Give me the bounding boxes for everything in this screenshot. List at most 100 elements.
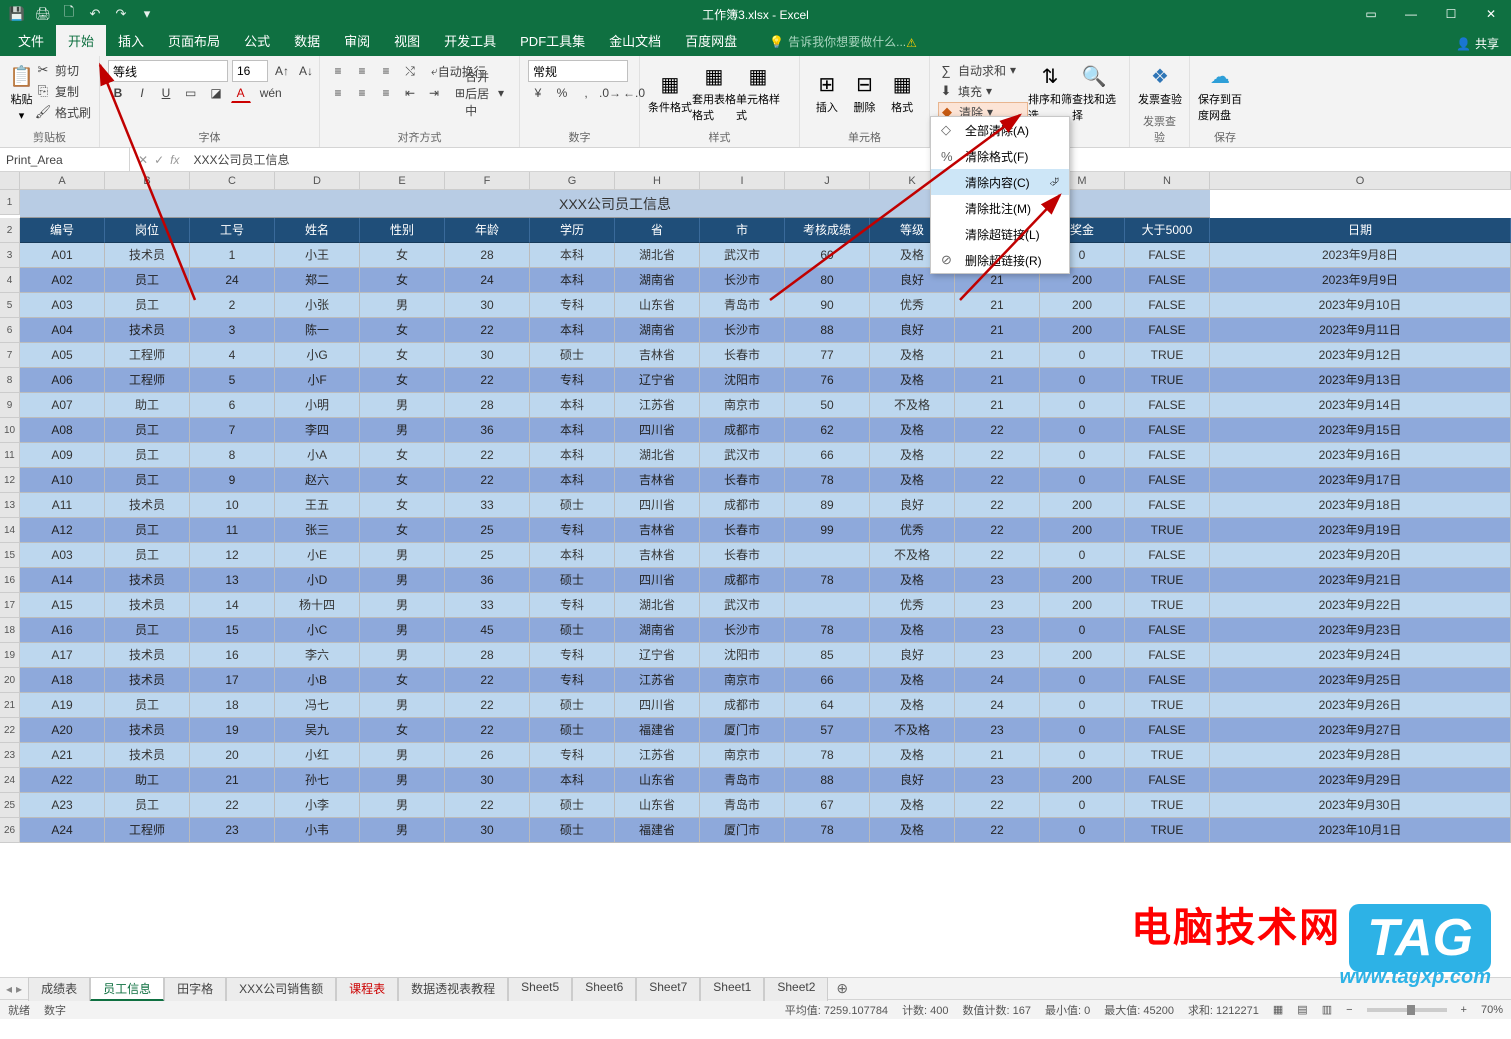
table-cell[interactable]: 本科 <box>530 768 615 793</box>
sheet-tab[interactable]: 田字格 <box>164 977 226 1001</box>
table-cell[interactable]: 24 <box>955 693 1040 718</box>
table-cell[interactable]: A11 <box>20 493 105 518</box>
delete-cells-button[interactable]: ⊟删除 <box>846 60 884 126</box>
table-cell[interactable]: FALSE <box>1125 243 1210 268</box>
table-cell[interactable]: 沈阳市 <box>700 643 785 668</box>
table-cell[interactable]: TRUE <box>1125 743 1210 768</box>
table-cell[interactable]: 23 <box>955 768 1040 793</box>
table-cell[interactable]: 专科 <box>530 518 615 543</box>
align-mid-icon[interactable]: ≡ <box>352 61 372 81</box>
indent-inc-icon[interactable]: ⇥ <box>424 83 444 103</box>
table-cell[interactable]: 员工 <box>105 443 190 468</box>
table-cell[interactable]: 湖南省 <box>615 618 700 643</box>
table-cell[interactable]: FALSE <box>1125 543 1210 568</box>
table-cell[interactable]: 本科 <box>530 268 615 293</box>
conditional-format-button[interactable]: ▦条件格式 <box>648 60 692 126</box>
table-cell[interactable]: 21 <box>955 743 1040 768</box>
cut-button[interactable]: ✂剪切 <box>35 60 91 80</box>
table-cell[interactable]: 2023年9月21日 <box>1210 568 1511 593</box>
table-cell[interactable]: 优秀 <box>870 293 955 318</box>
select-all-corner[interactable] <box>0 172 20 190</box>
table-cell[interactable]: 0 <box>1040 343 1125 368</box>
col-header[interactable]: F <box>445 172 530 190</box>
table-cell[interactable]: A15 <box>20 593 105 618</box>
bold-button[interactable]: B <box>108 83 128 103</box>
table-cell[interactable]: 技术员 <box>105 568 190 593</box>
sheet-tab[interactable]: XXX公司销售额 <box>226 977 336 1001</box>
table-cell[interactable]: FALSE <box>1125 318 1210 343</box>
table-cell[interactable]: 成都市 <box>700 493 785 518</box>
table-cell[interactable]: 孙七 <box>275 768 360 793</box>
table-cell[interactable]: 22 <box>445 693 530 718</box>
table-cell[interactable]: 22 <box>955 468 1040 493</box>
table-cell[interactable]: 武汉市 <box>700 593 785 618</box>
table-cell[interactable]: 78 <box>785 468 870 493</box>
table-cell[interactable]: 23 <box>955 643 1040 668</box>
table-cell[interactable]: 男 <box>360 693 445 718</box>
table-cell[interactable]: 17 <box>190 668 275 693</box>
table-cell[interactable]: 福建省 <box>615 818 700 843</box>
table-cell[interactable]: TRUE <box>1125 343 1210 368</box>
table-cell[interactable]: 5 <box>190 368 275 393</box>
remove-hyperlinks-item[interactable]: ⊘删除超链接(R) <box>931 247 1069 273</box>
table-cell[interactable]: 14 <box>190 593 275 618</box>
table-cell[interactable]: 85 <box>785 643 870 668</box>
orientation-icon[interactable]: ⤭ <box>400 61 420 81</box>
table-cell[interactable]: 技术员 <box>105 743 190 768</box>
col-header[interactable]: N <box>1125 172 1210 190</box>
table-cell[interactable]: 小F <box>275 368 360 393</box>
table-cell[interactable]: 青岛市 <box>700 793 785 818</box>
warning-icon[interactable]: ⚠ <box>906 36 917 56</box>
table-cell[interactable]: 专科 <box>530 668 615 693</box>
table-cell[interactable]: 2023年9月29日 <box>1210 768 1511 793</box>
table-cell[interactable]: FALSE <box>1125 443 1210 468</box>
table-cell[interactable]: 78 <box>785 568 870 593</box>
row-header[interactable]: 8 <box>0 368 20 393</box>
table-cell[interactable]: A23 <box>20 793 105 818</box>
table-cell[interactable]: 长沙市 <box>700 318 785 343</box>
zoom-in-icon[interactable]: + <box>1461 1004 1467 1016</box>
table-cell[interactable]: 技术员 <box>105 243 190 268</box>
table-cell[interactable]: 23 <box>955 618 1040 643</box>
table-cell[interactable]: 员工 <box>105 293 190 318</box>
table-cell[interactable]: 本科 <box>530 393 615 418</box>
share-button[interactable]: 👤共享 <box>1444 31 1511 56</box>
table-cell[interactable]: 99 <box>785 518 870 543</box>
table-cell[interactable]: TRUE <box>1125 593 1210 618</box>
table-cell[interactable]: 员工 <box>105 268 190 293</box>
table-cell[interactable]: 本科 <box>530 468 615 493</box>
table-cell[interactable]: 李六 <box>275 643 360 668</box>
table-cell[interactable]: A22 <box>20 768 105 793</box>
row-header[interactable]: 10 <box>0 418 20 443</box>
table-cell[interactable]: 50 <box>785 393 870 418</box>
table-cell[interactable]: 45 <box>445 618 530 643</box>
table-cell[interactable]: 青岛市 <box>700 768 785 793</box>
table-cell[interactable]: 员工 <box>105 543 190 568</box>
table-cell[interactable]: 0 <box>1040 543 1125 568</box>
table-cell[interactable]: 长春市 <box>700 343 785 368</box>
table-cell[interactable]: 福建省 <box>615 718 700 743</box>
table-cell[interactable]: 女 <box>360 493 445 518</box>
tab-page-layout[interactable]: 页面布局 <box>156 25 232 56</box>
table-cell[interactable]: 26 <box>445 743 530 768</box>
table-cell[interactable]: 2023年9月17日 <box>1210 468 1511 493</box>
table-cell[interactable]: 厦门市 <box>700 718 785 743</box>
table-cell[interactable]: 湖南省 <box>615 318 700 343</box>
table-cell[interactable]: 江苏省 <box>615 668 700 693</box>
table-cell[interactable]: 18 <box>190 693 275 718</box>
table-cell[interactable]: A17 <box>20 643 105 668</box>
table-cell[interactable]: 28 <box>445 393 530 418</box>
table-cell[interactable]: 4 <box>190 343 275 368</box>
table-cell[interactable]: 及格 <box>870 693 955 718</box>
copy-button[interactable]: ⎘复制 <box>35 81 91 101</box>
table-cell[interactable]: 硕士 <box>530 568 615 593</box>
table-cell[interactable]: 2023年9月8日 <box>1210 243 1511 268</box>
table-cell[interactable]: 22 <box>190 793 275 818</box>
table-cell[interactable]: A09 <box>20 443 105 468</box>
invoice-check-button[interactable]: ❖发票查验 <box>1138 60 1182 111</box>
table-cell[interactable]: 小G <box>275 343 360 368</box>
table-cell[interactable]: 南京市 <box>700 743 785 768</box>
row-header[interactable]: 5 <box>0 293 20 318</box>
row-header[interactable]: 14 <box>0 518 20 543</box>
table-cell[interactable]: 16 <box>190 643 275 668</box>
